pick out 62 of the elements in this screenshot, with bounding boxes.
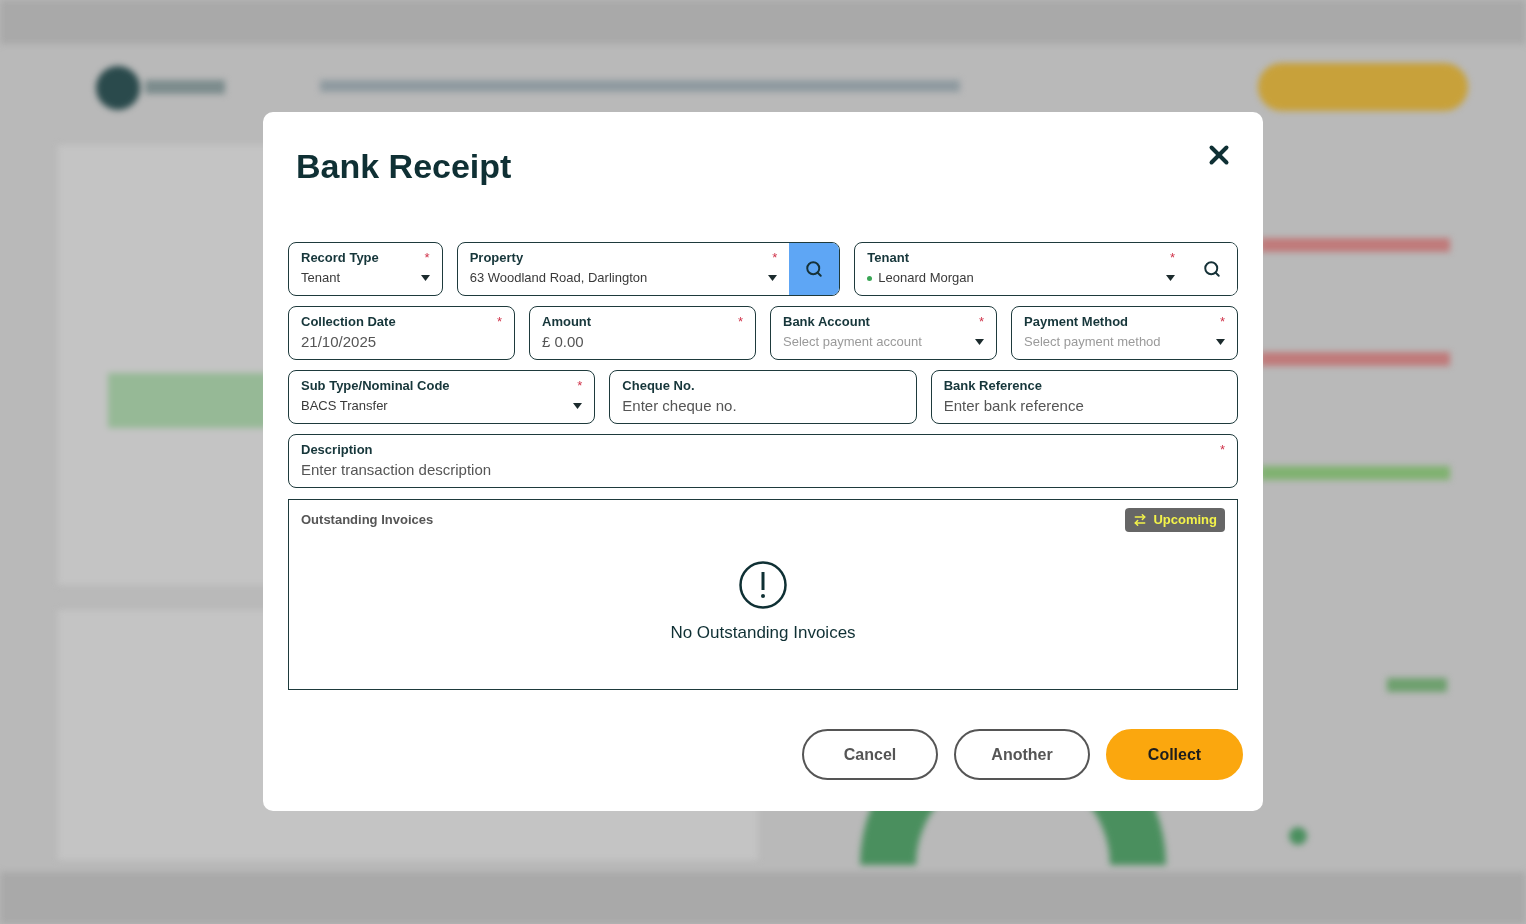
required-mark: * <box>577 378 583 394</box>
select-input[interactable]: Select payment method <box>1024 332 1210 352</box>
select-field[interactable]: Payment Method * Select payment method <box>1011 306 1238 360</box>
empty-message: No Outstanding Invoices <box>670 621 856 644</box>
select-field[interactable]: Record Type * Tenant <box>288 242 443 296</box>
dropdown-caret-icon <box>573 403 583 409</box>
text-input[interactable]: Enter transaction description <box>301 460 1225 480</box>
text-input[interactable]: 21/10/2025 <box>301 332 502 352</box>
dialog-title: Bank Receipt <box>296 146 512 186</box>
required-mark: * <box>978 314 984 330</box>
secondary-button[interactable]: Cancel <box>802 729 938 780</box>
required-mark: * <box>496 314 502 330</box>
required-mark: * <box>1169 250 1175 266</box>
required-mark: * <box>772 250 778 266</box>
input-field[interactable]: Cheque No. Enter cheque no. <box>609 370 917 424</box>
select-field[interactable]: Bank Account * Select payment account <box>770 306 997 360</box>
search-icon <box>805 260 824 278</box>
required-mark: * <box>424 250 430 266</box>
field-label: Cheque No. <box>622 378 695 394</box>
amount-bar <box>1387 678 1447 692</box>
dropdown-caret-icon <box>1166 275 1175 281</box>
input-field[interactable]: Bank Reference Enter bank reference <box>930 370 1238 424</box>
dropdown-caret-icon <box>1216 339 1225 345</box>
select-input[interactable]: 63 Woodland Road, Darlington <box>469 268 763 288</box>
dropdown-caret-icon <box>420 275 430 281</box>
field-label: Description <box>301 442 373 458</box>
field-label: Tenant <box>867 250 909 266</box>
required-mark: * <box>1219 314 1225 330</box>
field-label: Collection Date <box>301 314 396 330</box>
select-field[interactable]: Sub Type/Nominal Code * BACS Transfer <box>288 370 596 424</box>
field-label: Record Type <box>301 250 379 266</box>
field-label: Property <box>469 250 524 266</box>
field-label: Payment Method <box>1024 314 1128 330</box>
input-field[interactable]: Amount * £ 0.00 <box>529 306 756 360</box>
field-label: Bank Account <box>783 314 870 330</box>
text-input[interactable]: Enter cheque no. <box>622 396 904 416</box>
upcoming-toggle[interactable]: Upcoming <box>1125 508 1225 532</box>
select-input[interactable]: Leonard Morgan <box>878 268 1160 288</box>
select-field[interactable]: Property * 63 Woodland Road, Darlington <box>456 242 841 296</box>
input-field[interactable]: Collection Date * 21/10/2025 <box>288 306 515 360</box>
select-input[interactable]: Select payment account <box>783 332 969 352</box>
search-button[interactable] <box>789 243 840 295</box>
alert-icon <box>738 559 788 610</box>
field-label: Amount <box>542 314 592 330</box>
select-input[interactable]: BACS Transfer <box>301 396 568 416</box>
legend-dot <box>1289 827 1307 845</box>
input-field[interactable]: Description * Enter transaction description <box>288 434 1238 488</box>
field-label: Bank Reference <box>943 378 1042 394</box>
secondary-button[interactable]: Another <box>954 729 1090 780</box>
swap-arrows-icon <box>1133 512 1148 527</box>
select-input[interactable]: Tenant <box>301 268 415 288</box>
dropdown-caret-icon <box>975 339 984 345</box>
text-input[interactable]: £ 0.00 <box>542 332 743 352</box>
select-field[interactable]: Tenant * Leonard Morgan <box>854 242 1238 296</box>
panel-title: Outstanding Invoices <box>301 511 434 529</box>
required-mark: * <box>1219 442 1225 458</box>
collect-button[interactable]: Collect <box>1106 729 1243 780</box>
dropdown-caret-icon <box>768 275 778 281</box>
search-icon <box>1203 260 1221 278</box>
text-input[interactable]: Enter bank reference <box>943 396 1225 416</box>
field-label: Sub Type/Nominal Code <box>301 378 450 394</box>
required-mark: * <box>737 314 743 330</box>
